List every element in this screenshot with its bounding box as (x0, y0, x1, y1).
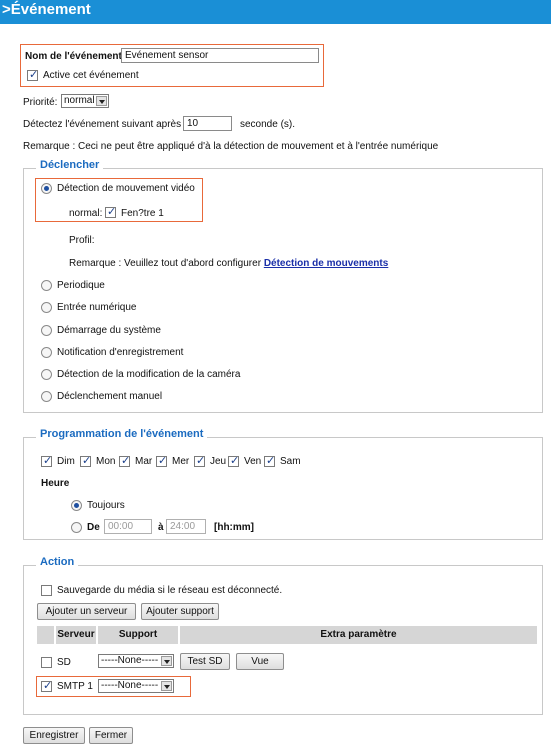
from-label: De (87, 522, 100, 533)
day-checkbox-mer[interactable] (156, 454, 167, 467)
view-button[interactable]: Vue (236, 653, 284, 670)
day-checkbox-dim[interactable] (41, 454, 52, 467)
day-label-ven: Ven (244, 456, 262, 467)
chevron-down-icon (161, 681, 172, 691)
server-label-sd: SD (57, 657, 71, 668)
add-server-button[interactable]: Ajouter un serveur (37, 603, 136, 620)
backup-checkbox[interactable] (41, 585, 52, 596)
window-checkbox[interactable] (105, 205, 116, 218)
day-checkbox-jeu[interactable] (194, 454, 205, 467)
remark-note: Remarque : Ceci ne peut être appliqué d'… (23, 141, 439, 152)
trigger-radio-recording-notification[interactable] (41, 347, 52, 358)
trigger-radio-manual[interactable] (41, 391, 52, 402)
day-checkbox-mar[interactable] (119, 454, 130, 467)
event-name-label: Nom de l'événement: (25, 51, 126, 62)
always-radio[interactable] (71, 500, 82, 511)
day-label-jeu: Jeu (210, 456, 227, 467)
trigger-legend: Déclencher (36, 159, 104, 171)
server-label-smtp: SMTP 1 (57, 681, 93, 692)
page-title-bar: >Événement (0, 0, 551, 24)
table-header-extra: Extra paramètre (180, 626, 537, 644)
from-radio[interactable] (71, 522, 82, 533)
to-label: à (158, 522, 164, 533)
window-label: Fen?tre 1 (121, 208, 164, 219)
to-time-input[interactable]: 24:00 (166, 519, 206, 534)
priority-label: Priorité: (23, 97, 58, 108)
motion-detection-label: Détection de mouvement vidéo (57, 183, 195, 194)
trigger-radio-camera-tampering[interactable] (41, 369, 52, 380)
trigger-label-system-boot: Démarrage du système (57, 325, 161, 336)
trigger-label-camera-tampering: Détection de la modification de la camér… (57, 369, 241, 380)
trigger-radio-periodic[interactable] (41, 280, 52, 291)
support-value-sd: -----None----- (101, 655, 159, 666)
add-support-button[interactable]: Ajouter support (141, 603, 219, 620)
remark-configure-text: Remarque : Veuillez tout d'abord configu… (69, 258, 262, 269)
chevron-down-icon (161, 656, 172, 666)
remark-configure: Remarque : Veuillez tout d'abord configu… (69, 258, 388, 269)
server-checkbox-sd[interactable] (41, 657, 52, 668)
trigger-radio-system-boot[interactable] (41, 325, 52, 336)
motion-detection-link[interactable]: Détection de mouvements (264, 258, 388, 269)
from-time-input[interactable]: 00:00 (104, 519, 152, 534)
day-label-mer: Mer (172, 456, 190, 467)
table-header-spacer (37, 626, 54, 644)
trigger-label-periodic: Periodique (57, 280, 105, 291)
day-checkbox-ven[interactable] (228, 454, 239, 467)
schedule-legend: Programmation de l'événement (36, 428, 208, 440)
action-legend: Action (36, 556, 79, 568)
motion-detection-radio[interactable] (41, 183, 52, 194)
profile-label: Profil: (69, 235, 95, 246)
support-select-sd[interactable]: -----None----- (98, 654, 174, 668)
trigger-label-recording-notification: Notification d'enregistrement (57, 347, 184, 358)
day-label-sam: Sam (280, 456, 301, 467)
day-checkbox-mon[interactable] (80, 454, 91, 467)
test-sd-button[interactable]: Test SD (180, 653, 230, 670)
active-event-checkbox[interactable] (27, 68, 38, 81)
chevron-down-icon (96, 96, 107, 106)
time-format-label: [hh:mm] (214, 522, 254, 533)
time-label: Heure (41, 478, 70, 489)
day-label-mon: Mon (96, 456, 116, 467)
detect-next-unit: seconde (s). (240, 119, 296, 130)
backup-label: Sauvegarde du média si le réseau est déc… (57, 585, 283, 596)
detect-next-input[interactable]: 10 (183, 116, 232, 131)
table-header-server: Serveur (56, 626, 96, 644)
event-name-input[interactable]: Evénement sensor (121, 48, 319, 63)
always-label: Toujours (87, 500, 125, 511)
day-label-mar: Mar (135, 456, 153, 467)
close-button[interactable]: Fermer (89, 727, 133, 744)
trigger-label-manual: Déclenchement manuel (57, 391, 163, 402)
trigger-radio-digital-input[interactable] (41, 302, 52, 313)
trigger-label-digital-input: Entrée numérique (57, 302, 137, 313)
server-checkbox-smtp[interactable] (41, 679, 52, 692)
priority-value: normal (64, 95, 95, 106)
priority-select[interactable]: normal (61, 94, 109, 108)
normal-label: normal: (69, 208, 103, 219)
save-button[interactable]: Enregistrer (23, 727, 85, 744)
day-checkbox-sam[interactable] (264, 454, 275, 467)
support-value-smtp: -----None----- (101, 680, 159, 691)
schedule-fieldset (23, 437, 543, 540)
detect-next-label: Détectez l'événement suivant après (23, 119, 182, 130)
day-label-dim: Dim (57, 456, 75, 467)
table-header-support: Support (98, 626, 178, 644)
support-select-smtp[interactable]: -----None----- (98, 679, 174, 693)
page-title: >Événement (2, 1, 91, 18)
active-event-label: Active cet événement (43, 70, 139, 81)
